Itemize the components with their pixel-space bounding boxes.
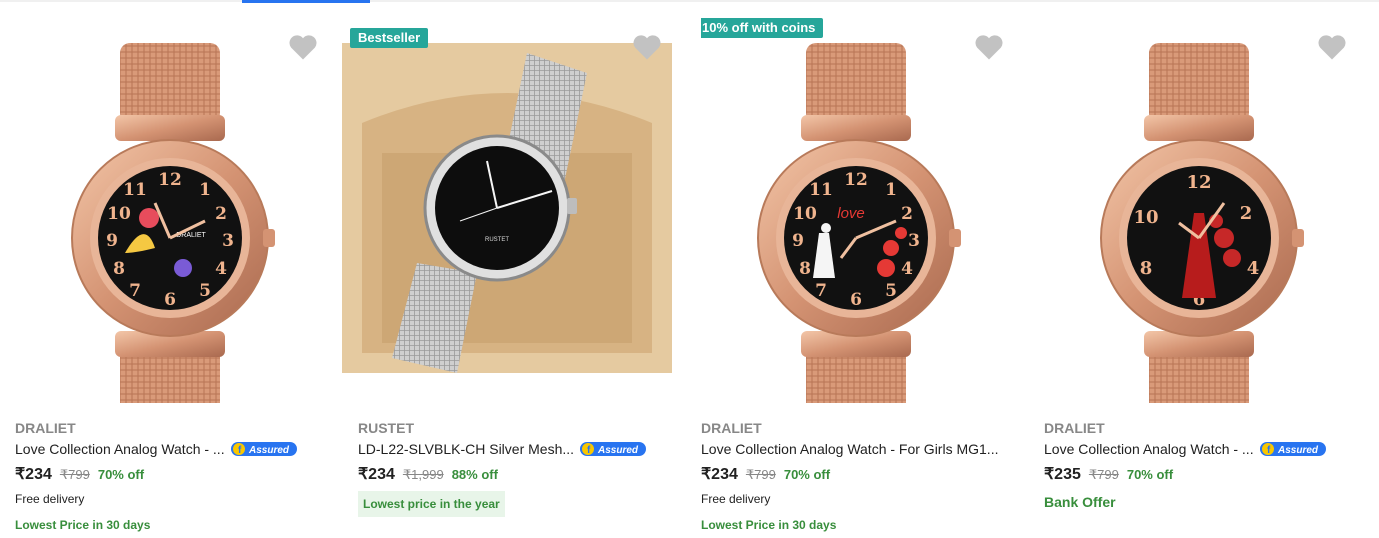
product-title[interactable]: LD-L22-SLVBLK-CH Silver Mesh... [358, 441, 574, 457]
product-brand: DRALIET [701, 420, 762, 436]
product-card[interactable]: RUSTET Bestseller RUSTET LD-L22-SLVBLK-C… [342, 3, 686, 538]
watch-image: 12 12 345 678 91011 DRALIET [71, 43, 275, 403]
delivery-info: Free delivery [701, 492, 771, 506]
svg-text:6: 6 [164, 290, 176, 310]
svg-text:12: 12 [844, 170, 868, 190]
product-title[interactable]: Love Collection Analog Watch - ... [15, 441, 225, 457]
offer-text: Lowest Price in 30 days [15, 518, 151, 532]
svg-text:3: 3 [908, 231, 920, 251]
svg-text:4: 4 [1247, 258, 1260, 279]
svg-text:Assured: Assured [248, 445, 290, 456]
price: ₹234 [358, 466, 395, 483]
assured-badge-icon: f Assured [1259, 441, 1326, 457]
product-image[interactable]: 12 1 2 345 678 9 10 11 DRALIET [15, 13, 331, 403]
discount: 70% off [1126, 467, 1174, 482]
svg-text:RUSTET: RUSTET [485, 237, 509, 243]
top-divider [0, 0, 1379, 2]
svg-text:2: 2 [1240, 203, 1253, 224]
svg-text:2: 2 [901, 204, 913, 224]
wishlist-heart-icon[interactable] [632, 33, 662, 61]
wishlist-heart-icon[interactable] [1317, 33, 1347, 61]
product-grid: 12 1 2 345 678 9 10 11 DRALIET DRALIET Love … [0, 3, 1372, 538]
svg-text:9: 9 [792, 231, 804, 251]
svg-text:4: 4 [901, 259, 913, 279]
bank-offer[interactable]: Bank Offer [1044, 494, 1116, 510]
svg-text:2: 2 [215, 204, 227, 224]
svg-text:11: 11 [809, 180, 833, 200]
product-brand: DRALIET [1044, 420, 1105, 436]
delivery-info: Free delivery [15, 492, 85, 506]
product-title[interactable]: Love Collection Analog Watch - For Girls… [701, 441, 998, 457]
svg-text:1: 1 [199, 180, 211, 200]
wishlist-heart-icon[interactable] [288, 33, 318, 61]
svg-text:5: 5 [885, 281, 897, 301]
product-brand: DRALIET [15, 420, 76, 436]
bestseller-badge: Bestseller [350, 28, 429, 48]
product-card[interactable]: 12 1 2 345 678 9 10 11 DRALIET DRALIET Love … [0, 3, 343, 538]
svg-text:6: 6 [850, 290, 862, 310]
svg-text:8: 8 [113, 259, 125, 279]
product-image[interactable]: 12 1 2 3 45 6 78 9 10 11 love 10% off with coi… [701, 13, 1017, 403]
price: ₹234 [15, 466, 52, 483]
svg-text:5: 5 [199, 281, 211, 301]
mrp: ₹799 [745, 467, 776, 482]
svg-text:4: 4 [215, 259, 227, 279]
svg-text:10: 10 [107, 204, 131, 224]
product-brand: RUSTET [358, 420, 414, 436]
svg-text:12: 12 [1186, 172, 1211, 193]
svg-text:Assured: Assured [1277, 445, 1319, 456]
svg-text:12: 12 [158, 170, 182, 190]
svg-text:7: 7 [815, 281, 827, 301]
svg-text:10: 10 [793, 204, 817, 224]
svg-text:11: 11 [123, 180, 147, 200]
discount: 88% off [451, 467, 498, 482]
discount: 70% off [97, 467, 145, 482]
svg-text:8: 8 [1140, 258, 1153, 279]
mrp: ₹1,999 [402, 467, 444, 482]
wishlist-heart-icon[interactable] [974, 33, 1004, 61]
watch-image: RUSTET [342, 43, 672, 373]
svg-text:1: 1 [885, 180, 897, 200]
mrp: ₹799 [59, 467, 90, 482]
watch-image: 1224 6810 [1100, 43, 1304, 403]
offer-text: Lowest price in the year [358, 491, 505, 517]
product-card[interactable]: 12 1 2 3 45 6 78 9 10 11 love 10% off with coi… [686, 3, 1029, 538]
assured-badge-icon: f Assured [580, 441, 647, 457]
svg-text:7: 7 [129, 281, 141, 301]
product-title[interactable]: Love Collection Analog Watch - ... [1044, 441, 1254, 457]
product-card[interactable]: 12 2 4 6 8 10 DRALIET Love Collection Analog… [1029, 3, 1372, 538]
product-image[interactable]: 12 2 4 6 8 10 [1044, 13, 1360, 403]
mrp: ₹799 [1088, 467, 1119, 482]
svg-text:9: 9 [106, 231, 118, 251]
svg-text:8: 8 [799, 259, 811, 279]
price: ₹234 [701, 466, 738, 483]
discount: 70% off [783, 467, 831, 482]
watch-image: 12 12 3 45 6 78 9 10 11 love [757, 43, 961, 403]
assured-badge-icon: f Assured [230, 441, 297, 457]
coins-offer-badge: 10% off with coins [701, 18, 824, 38]
svg-text:10: 10 [1133, 207, 1158, 228]
product-image[interactable]: RUSTET Bestseller [342, 13, 672, 403]
price: ₹235 [1044, 466, 1081, 483]
svg-text:3: 3 [222, 231, 234, 251]
offer-text: Lowest Price in 30 days [701, 518, 837, 532]
svg-text:love: love [837, 205, 865, 222]
svg-text:Assured: Assured [597, 445, 639, 456]
